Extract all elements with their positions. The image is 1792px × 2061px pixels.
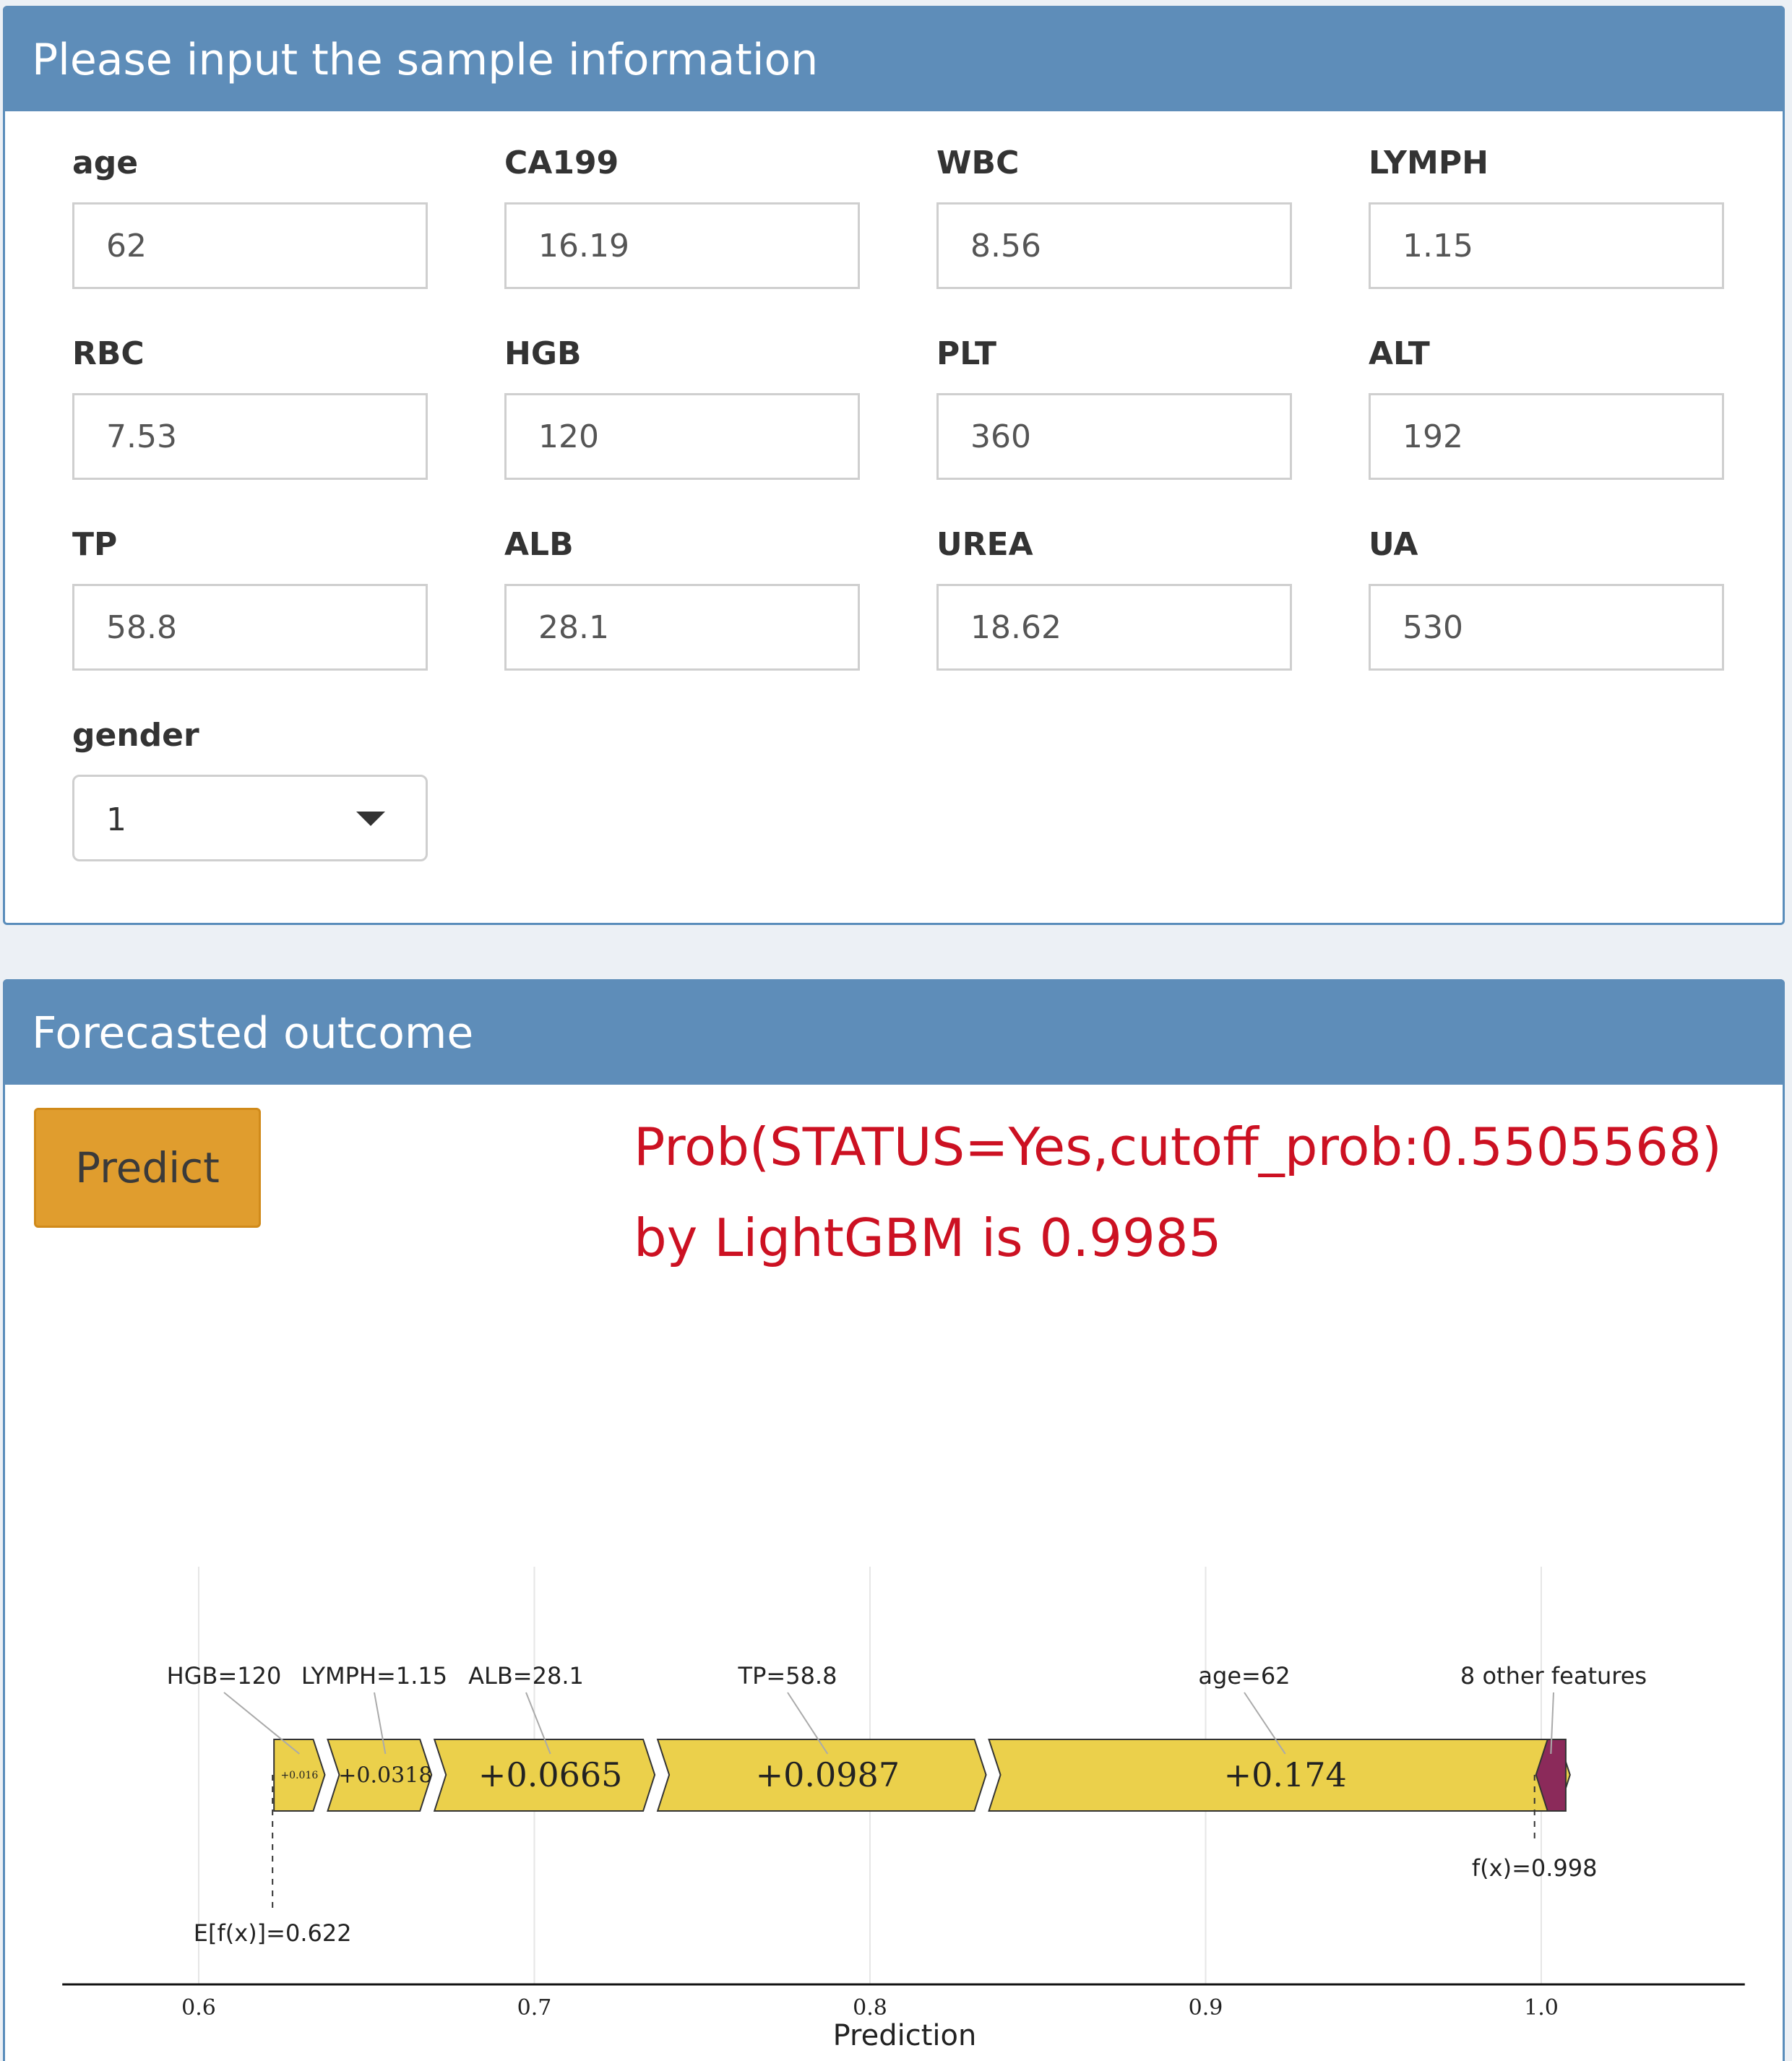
output-value-label: f(x)=0.998 (1472, 1854, 1598, 1882)
force-feature-label-0: HGB=120 (167, 1662, 282, 1690)
force-feature-label-other: 8 other features (1460, 1662, 1647, 1690)
leader-line (223, 1692, 300, 1755)
force-value-label-3: +0.0987 (756, 1755, 900, 1794)
base-value-label: E[f(x)]=0.622 (194, 1919, 352, 1947)
force-feature-label-3: TP=58.8 (738, 1662, 837, 1690)
x-tick-label-3: 0.9 (1189, 1995, 1223, 2021)
x-tick-label-1: 0.7 (517, 1995, 552, 2021)
shap-force-plot: 0.6 0.7 0.8 0.9 1.0 Prediction +0.016 HGB=120 +0… (62, 1567, 1745, 2052)
force-value-label-4: +0.174 (1224, 1755, 1347, 1794)
force-feature-label-2: ALB=28.1 (468, 1662, 584, 1690)
x-tick-label-4: 1.0 (1524, 1995, 1559, 2021)
force-feature-label-1: LYMPH=1.15 (301, 1662, 447, 1690)
force-feature-label-4: age=62 (1198, 1662, 1290, 1690)
force-value-label-2: +0.0665 (478, 1755, 623, 1794)
force-value-label-1: +0.0318 (338, 1763, 432, 1789)
x-tick-label-2: 0.8 (853, 1995, 887, 2021)
x-tick-label-0: 0.6 (181, 1995, 216, 2021)
x-axis-title: Prediction (833, 2019, 977, 2052)
force-value-label-0: +0.016 (280, 1770, 318, 1781)
